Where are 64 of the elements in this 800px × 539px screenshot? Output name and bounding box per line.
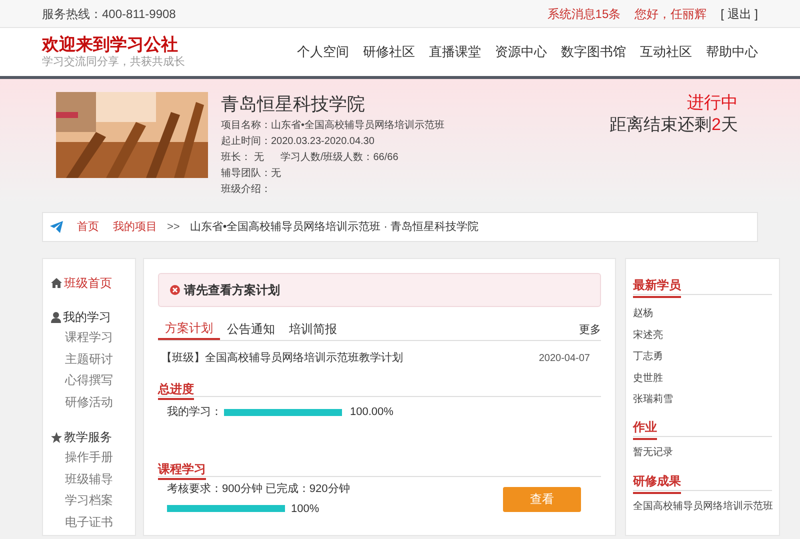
progress-label: 我的学习： <box>167 404 222 420</box>
nav-link[interactable]: 帮助中心 <box>706 42 758 62</box>
breadcrumb-link[interactable]: 首页 <box>77 218 99 236</box>
site-title: 欢迎来到学习公社 <box>42 35 179 55</box>
error-icon <box>170 285 180 295</box>
student-link[interactable]: 史世胜 <box>633 368 772 389</box>
site-slogan: 学习交流同分享，共获共成长 <box>42 55 185 69</box>
more-link[interactable]: 更多 <box>579 322 601 340</box>
student-link[interactable]: 张瑞莉雪 <box>633 389 772 410</box>
status-text: 进行中 <box>687 92 738 114</box>
info-text: 起止时间：2020.03.23-2020.04.30 <box>221 134 376 149</box>
empty-text: 暂无记录 <box>633 446 674 460</box>
sidebar-section-link[interactable]: 我的学习 <box>51 307 135 327</box>
sidebar-item[interactable]: 电子证书 <box>51 512 135 533</box>
sidebar-item[interactable]: 操作手册 <box>51 447 135 468</box>
nav-link[interactable]: 研修社区 <box>363 42 415 62</box>
student-link[interactable]: 丁志勇 <box>633 346 772 368</box>
breadcrumb-link[interactable]: 我的项目 <box>113 218 157 236</box>
student-link[interactable]: 宋述亮 <box>633 324 772 346</box>
section-heading: 最新学员 <box>633 276 681 298</box>
hotline-text: 服务热线：400-811-9908 <box>42 6 176 22</box>
section-heading: 作业 <box>633 418 657 440</box>
countdown-text: 距离结束还剩2天 <box>610 114 738 136</box>
alert-text: 请先查看方案计划 <box>184 282 280 299</box>
sidebar-item[interactable]: 班级辅导 <box>51 468 135 490</box>
requirement-text: 考核要求：900分钟 已完成：920分钟 <box>167 482 350 497</box>
star-icon <box>51 432 62 442</box>
paper-plane-icon <box>50 221 63 233</box>
plan-date: 2020-04-07 <box>538 352 591 366</box>
sidebar-section-link[interactable]: 教学服务 <box>51 427 135 447</box>
breadcrumb-separator: >> <box>167 220 180 235</box>
progress-reading: 100.00% <box>350 404 394 420</box>
section-heading: 总进度 <box>158 380 194 400</box>
sidebar-item[interactable]: 研修活动 <box>51 392 135 413</box>
nav-link[interactable]: 资源中心 <box>495 42 547 62</box>
info-text: 班级介绍： <box>221 182 272 197</box>
result-link[interactable]: 全国高校辅导员网络培训示范班 <box>633 498 772 514</box>
user-icon <box>51 312 61 322</box>
tab[interactable]: 公告通知 <box>220 318 282 340</box>
section-heading: 研修成果 <box>633 472 681 494</box>
sidebar-item[interactable]: 主题研讨 <box>51 348 135 370</box>
info-text: 辅导团队：无 <box>221 167 282 181</box>
nav-link[interactable]: 互动社区 <box>640 42 692 62</box>
info-text: 班长： 无 学习人数/班级人数：66/66 <box>221 150 400 165</box>
school-name: 青岛恒星科技学院 <box>221 93 366 116</box>
nav-link[interactable]: 直播课堂 <box>429 42 481 62</box>
user-greeting-link[interactable]: 您好，任丽辉 <box>634 4 707 22</box>
tab[interactable]: 方案计划 <box>158 318 220 340</box>
info-text: 项目名称：山东省•全国高校辅导员网络培训示范班 <box>221 118 445 133</box>
breadcrumb-current: 山东省•全国高校辅导员网络培训示范班 · 青岛恒星科技学院 <box>190 220 478 235</box>
sidebar-item[interactable]: 课程学习 <box>51 327 135 348</box>
logout-link[interactable]: [ 退出 ] <box>720 4 758 22</box>
nav-link[interactable]: 个人空间 <box>297 42 349 62</box>
course-progress-reading: 100% <box>291 502 320 516</box>
section-heading: 课程学习 <box>158 460 206 480</box>
sidebar-item[interactable]: 学习档案 <box>51 490 135 512</box>
tab[interactable]: 培训简报 <box>282 318 344 340</box>
sidebar-item[interactable]: 心得撰写 <box>51 370 135 392</box>
nav-link[interactable]: 数字图书馆 <box>561 42 626 62</box>
sidebar-section-link[interactable]: 班级首页 <box>51 273 135 293</box>
messages-link[interactable]: 系统消息15条 <box>547 4 621 22</box>
student-link[interactable]: 赵杨 <box>633 303 772 324</box>
home-icon <box>51 278 62 288</box>
plan-link[interactable]: 【班级】全国高校辅导员网络培训示范班教学计划 <box>161 350 403 366</box>
